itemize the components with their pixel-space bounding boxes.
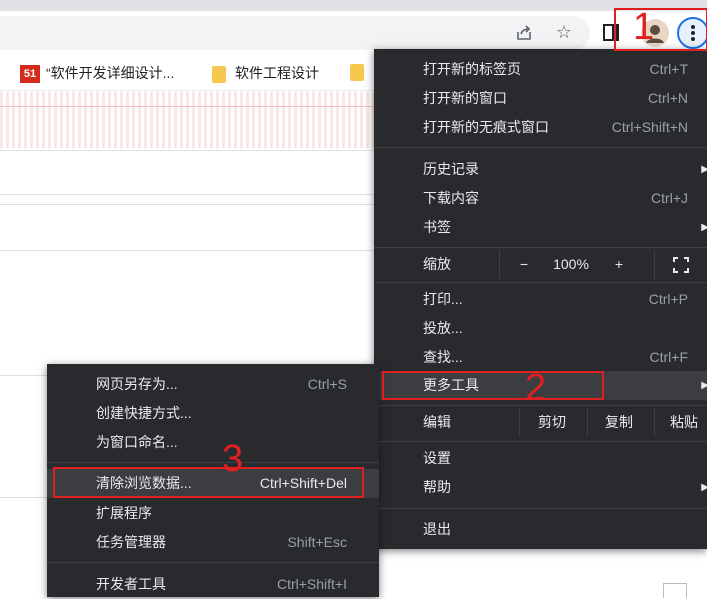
menu-separator	[47, 462, 379, 463]
divider	[519, 408, 520, 437]
menu-label: 编辑	[423, 414, 451, 430]
menu-label: 打开新的无痕式窗口	[423, 119, 549, 135]
menu-label: 打开新的标签页	[423, 61, 521, 77]
menu-item-history[interactable]: 历史记录 ▶	[374, 155, 707, 184]
menu-label: 开发者工具	[96, 576, 166, 592]
menu-item-exit[interactable]: 退出	[374, 515, 707, 544]
menu-item-dev-tools[interactable]: 开发者工具 Ctrl+Shift+I	[47, 570, 379, 599]
menu-label: 书签	[423, 219, 451, 235]
menu-item-edit: 编辑 剪切 复制 粘贴	[374, 408, 707, 437]
bookmark-label: 软件工程设计	[235, 65, 319, 81]
menu-shortcut: Ctrl+T	[649, 61, 689, 77]
menu-label: 网页另存为...	[96, 376, 178, 392]
menu-shortcut: Ctrl+N	[647, 90, 688, 106]
menu-item-bookmarks[interactable]: 书签 ▶	[374, 213, 707, 242]
menu-label: 退出	[423, 521, 451, 537]
menu-item-extensions[interactable]: 扩展程序	[47, 499, 379, 528]
cut-button[interactable]: 剪切	[524, 408, 580, 437]
menu-separator	[47, 562, 379, 563]
menu-label: 帮助	[423, 479, 451, 495]
bookmark-item[interactable]: 软件工程设计	[212, 63, 319, 83]
divider	[587, 408, 588, 437]
menu-shortcut: Ctrl+Shift+I	[276, 576, 347, 592]
menu-label: 任务管理器	[96, 534, 166, 550]
annotation-number-3: 3	[222, 438, 244, 480]
menu-label: 缩放	[423, 256, 451, 272]
menu-label: 投放...	[423, 320, 463, 336]
menu-separator	[374, 441, 707, 442]
bookmark-label: “软件开发详细设计...	[46, 65, 175, 81]
submenu-arrow-icon: ▶	[701, 380, 707, 391]
annotation-box-1	[614, 8, 707, 51]
menu-shortcut: Shift+Esc	[287, 534, 347, 550]
address-bar[interactable]	[0, 16, 590, 50]
annotation-box-2	[382, 371, 604, 400]
window-top-strip	[0, 0, 707, 11]
zoom-level: 100%	[553, 256, 589, 272]
annotation-box-3	[53, 467, 364, 498]
divider	[499, 250, 500, 279]
trash-icon[interactable]	[663, 583, 687, 598]
menu-item-create-shortcut[interactable]: 创建快捷方式...	[47, 399, 379, 428]
menu-item-task-manager[interactable]: 任务管理器 Shift+Esc	[47, 528, 379, 557]
menu-item-new-tab[interactable]: 打开新的标签页 Ctrl+T	[374, 55, 707, 84]
share-icon[interactable]	[510, 16, 538, 50]
menu-item-incognito[interactable]: 打开新的无痕式窗口 Ctrl+Shift+N	[374, 113, 707, 142]
menu-separator	[374, 508, 707, 509]
divider	[654, 408, 655, 437]
divider	[0, 250, 380, 251]
fullscreen-icon[interactable]	[670, 250, 692, 279]
menu-item-settings[interactable]: 设置	[374, 444, 707, 473]
menu-label: 查找...	[423, 349, 463, 365]
chrome-main-menu: 打开新的标签页 Ctrl+T 打开新的窗口 Ctrl+N 打开新的无痕式窗口 Ctrl…	[374, 49, 707, 549]
menu-shortcut: Ctrl+P	[648, 291, 688, 307]
zoom-out-button[interactable]: −	[509, 250, 539, 279]
menu-label: 下载内容	[423, 190, 479, 206]
51cto-logo-icon: 51	[20, 65, 40, 84]
menu-item-new-window[interactable]: 打开新的窗口 Ctrl+N	[374, 84, 707, 113]
menu-item-cast[interactable]: 投放...	[374, 314, 707, 343]
star-icon[interactable]: ☆	[550, 16, 578, 50]
menu-shortcut: Ctrl+S	[307, 376, 347, 392]
menu-shortcut: Ctrl+F	[649, 349, 689, 365]
divider	[0, 106, 380, 107]
menu-item-save-page[interactable]: 网页另存为... Ctrl+S	[47, 370, 379, 399]
page-header-strip	[0, 92, 380, 148]
menu-label: 为窗口命名...	[96, 434, 178, 450]
divider	[0, 194, 380, 195]
menu-label: 创建快捷方式...	[96, 405, 192, 421]
submenu-arrow-icon: ▶	[701, 164, 707, 175]
menu-label: 打印...	[423, 291, 463, 307]
annotation-number-1: 1	[633, 6, 655, 48]
menu-shortcut: Ctrl+Shift+N	[611, 119, 688, 135]
menu-item-name-window[interactable]: 为窗口命名...	[47, 428, 379, 457]
menu-label: 设置	[423, 450, 451, 466]
menu-item-downloads[interactable]: 下载内容 Ctrl+J	[374, 184, 707, 213]
folder-icon[interactable]	[350, 64, 364, 81]
menu-shortcut: Ctrl+J	[651, 190, 688, 206]
copy-button[interactable]: 复制	[592, 408, 646, 437]
menu-label: 历史记录	[423, 161, 479, 177]
menu-item-zoom: 缩放 − 100% +	[374, 250, 707, 279]
divider	[0, 150, 380, 151]
divider	[654, 250, 655, 279]
menu-label: 扩展程序	[96, 505, 152, 521]
submenu-arrow-icon: ▶	[701, 482, 707, 493]
submenu-arrow-icon: ▶	[701, 222, 707, 233]
divider	[0, 204, 380, 205]
menu-separator	[374, 247, 707, 248]
menu-separator	[374, 282, 707, 283]
zoom-in-button[interactable]: +	[604, 250, 634, 279]
bookmark-item[interactable]: 51 “软件开发详细设计...	[20, 63, 175, 84]
menu-item-help[interactable]: 帮助 ▶	[374, 473, 707, 502]
menu-separator	[374, 147, 707, 148]
menu-item-print[interactable]: 打印... Ctrl+P	[374, 285, 707, 314]
annotation-number-2: 2	[525, 367, 547, 409]
paste-button[interactable]: 粘贴	[658, 408, 707, 437]
folder-icon	[212, 65, 226, 83]
menu-label: 打开新的窗口	[423, 90, 507, 106]
